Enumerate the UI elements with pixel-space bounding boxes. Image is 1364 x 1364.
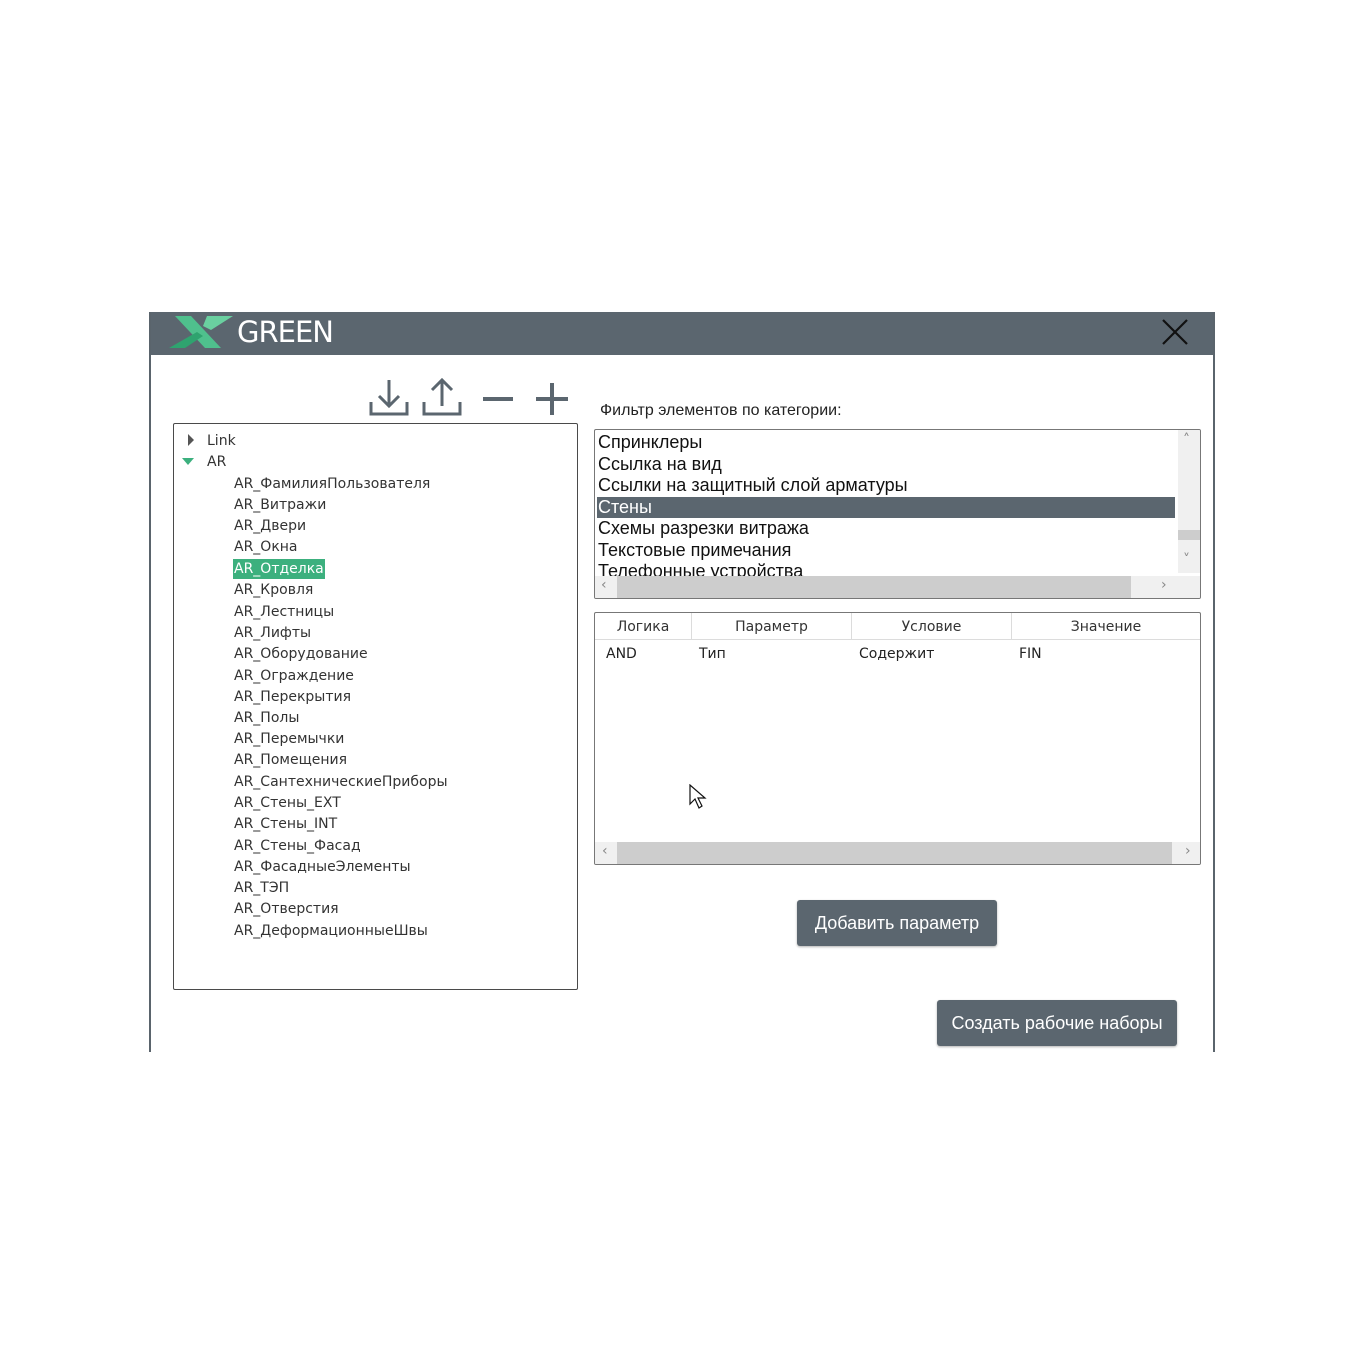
- scroll-left-icon[interactable]: ‹: [601, 577, 607, 593]
- tree-item[interactable]: AR_Полы: [233, 708, 300, 728]
- category-item[interactable]: Схемы разрезки витража: [597, 518, 1175, 539]
- category-item[interactable]: Ссылка на вид: [597, 454, 1175, 475]
- tree-item[interactable]: AR_Помещения: [233, 750, 348, 770]
- tree-root-link[interactable]: Link: [207, 431, 236, 451]
- scroll-down-icon[interactable]: ˅: [1183, 552, 1190, 568]
- tree-item[interactable]: AR_ДеформационныеШвы: [233, 921, 429, 941]
- category-item-selected[interactable]: Стены: [597, 497, 1175, 518]
- tree-item[interactable]: AR_Витражи: [233, 495, 327, 515]
- plus-icon[interactable]: [530, 376, 574, 420]
- filter-label: Фильтр элементов по категории:: [600, 402, 842, 419]
- upload-icon[interactable]: [420, 376, 464, 420]
- tree-item[interactable]: AR_Оборудование: [233, 644, 369, 664]
- tree-item[interactable]: AR_ФамилияПользователя: [233, 474, 431, 494]
- tree-item[interactable]: AR_Стены_Фасад: [233, 836, 362, 856]
- tree-item[interactable]: AR_ТЭП: [233, 878, 290, 898]
- tree-item[interactable]: AR_Стены_EXT: [233, 793, 342, 813]
- cell-condition[interactable]: Содержит: [859, 644, 934, 664]
- tree-item[interactable]: AR_Перекрытия: [233, 687, 352, 707]
- tree-item[interactable]: AR_Ограждение: [233, 666, 355, 686]
- expand-arrow-icon[interactable]: [186, 434, 196, 446]
- category-listbox[interactable]: Спринклеры Ссылка на вид Ссылки на защит…: [594, 429, 1201, 599]
- project-tree[interactable]: Link AR AR_ФамилияПользователя AR_Витраж…: [173, 423, 578, 990]
- grid-horizontal-scrollbar[interactable]: ‹ ›: [595, 842, 1200, 864]
- tree-item-selected[interactable]: AR_Отделка: [233, 559, 325, 579]
- horizontal-scrollbar[interactable]: ‹ ›: [595, 576, 1200, 598]
- scroll-up-icon[interactable]: ˄: [1183, 432, 1190, 448]
- category-item[interactable]: Ссылки на защитный слой арматуры: [597, 475, 1175, 496]
- main-window: GREEN Link AR AR_ФамилияПользователя AR_…: [149, 312, 1215, 1052]
- cell-logic[interactable]: AND: [606, 644, 637, 664]
- download-icon[interactable]: [367, 376, 411, 420]
- tree-item[interactable]: AR_Окна: [233, 537, 299, 557]
- column-header-value[interactable]: Значение: [1012, 613, 1200, 639]
- conditions-grid[interactable]: Логика Параметр Условие Значение AND Тип…: [594, 612, 1201, 865]
- column-header-parameter[interactable]: Параметр: [692, 613, 852, 639]
- tree-item[interactable]: AR_Двери: [233, 516, 307, 536]
- tree-item[interactable]: AR_Лифты: [233, 623, 312, 643]
- vertical-scrollbar[interactable]: ˄ ˅: [1178, 430, 1200, 573]
- create-worksets-button[interactable]: Создать рабочие наборы: [937, 1000, 1177, 1046]
- close-icon[interactable]: [1159, 316, 1191, 348]
- tree-item[interactable]: AR_СантехническиеПриборы: [233, 772, 449, 792]
- tree-item[interactable]: AR_Перемычки: [233, 729, 345, 749]
- scroll-right-icon[interactable]: ›: [1161, 577, 1167, 593]
- grid-horizontal-scroll-thumb[interactable]: [617, 842, 1172, 864]
- mouse-cursor-icon: [689, 784, 707, 809]
- horizontal-scroll-thumb[interactable]: [617, 576, 1131, 598]
- grid-header: Логика Параметр Условие Значение: [595, 613, 1200, 640]
- brand-name: GREEN: [237, 315, 334, 349]
- tree-item[interactable]: AR_Отверстия: [233, 899, 340, 919]
- cell-value[interactable]: FIN: [1019, 644, 1042, 664]
- tree-item[interactable]: AR_Кровля: [233, 580, 314, 600]
- tree-item[interactable]: AR_Стены_INT: [233, 814, 338, 834]
- add-parameter-button[interactable]: Добавить параметр: [797, 900, 997, 946]
- scroll-right-icon[interactable]: ›: [1185, 843, 1191, 859]
- tree-item[interactable]: AR_Лестницы: [233, 602, 335, 622]
- minus-icon[interactable]: [477, 376, 521, 420]
- column-header-logic[interactable]: Логика: [595, 613, 692, 639]
- column-header-condition[interactable]: Условие: [852, 613, 1012, 639]
- title-bar: GREEN: [151, 312, 1213, 355]
- scroll-left-icon[interactable]: ‹: [602, 843, 608, 859]
- tree-root-ar[interactable]: AR: [207, 452, 226, 472]
- vertical-scroll-thumb[interactable]: [1178, 530, 1200, 540]
- category-item[interactable]: Спринклеры: [597, 432, 1175, 453]
- green-x-logo: [169, 316, 233, 348]
- tree-item[interactable]: AR_ФасадныеЭлементы: [233, 857, 412, 877]
- category-item[interactable]: Текстовые примечания: [597, 540, 1175, 561]
- cell-parameter[interactable]: Тип: [699, 644, 726, 664]
- collapse-arrow-icon[interactable]: [182, 458, 194, 466]
